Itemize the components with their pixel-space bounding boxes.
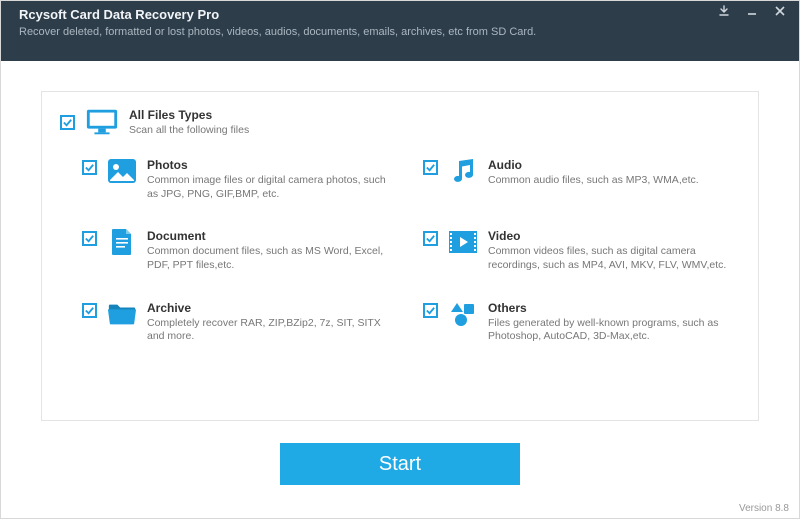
document-icon: [107, 229, 137, 255]
archive-desc: Completely recover RAR, ZIP,BZip2, 7z, S…: [147, 317, 399, 344]
monitor-icon: [85, 108, 119, 136]
checkbox-others[interactable]: [423, 303, 438, 318]
start-button[interactable]: Start: [280, 443, 520, 485]
others-desc: Files generated by well-known programs, …: [488, 317, 740, 344]
photo-icon: [107, 158, 137, 184]
checkbox-audio[interactable]: [423, 160, 438, 175]
folder-icon: [107, 301, 137, 327]
all-files-desc: Scan all the following files: [129, 124, 249, 136]
checkbox-archive[interactable]: [82, 303, 97, 318]
category-audio: Audio Common audio files, such as MP3, W…: [423, 158, 740, 201]
shapes-icon: [448, 301, 478, 327]
category-photos: Photos Common image files or digital cam…: [82, 158, 399, 201]
all-files-text: All Files Types Scan all the following f…: [129, 108, 249, 136]
archive-label: Archive: [147, 301, 399, 315]
checkbox-video[interactable]: [423, 231, 438, 246]
close-button[interactable]: [771, 4, 789, 18]
app-subtitle: Recover deleted, formatted or lost photo…: [19, 26, 781, 38]
all-files-row: All Files Types Scan all the following f…: [60, 108, 740, 136]
document-label: Document: [147, 229, 399, 243]
app-window: Rcysoft Card Data Recovery Pro Recover d…: [0, 0, 800, 519]
category-video: Video Common videos files, such as digit…: [423, 229, 740, 272]
download-icon[interactable]: [715, 4, 733, 18]
document-desc: Common document files, such as MS Word, …: [147, 245, 399, 272]
category-grid: Photos Common image files or digital cam…: [82, 158, 740, 344]
category-archive: Archive Completely recover RAR, ZIP,BZip…: [82, 301, 399, 344]
checkbox-document[interactable]: [82, 231, 97, 246]
app-title: Rcysoft Card Data Recovery Pro: [19, 7, 781, 22]
file-type-panel: All Files Types Scan all the following f…: [41, 91, 759, 421]
video-desc: Common videos files, such as digital cam…: [488, 245, 740, 272]
all-files-label: All Files Types: [129, 108, 249, 122]
photos-desc: Common image files or digital camera pho…: [147, 174, 399, 201]
checkbox-all-files[interactable]: [60, 115, 75, 130]
video-label: Video: [488, 229, 740, 243]
others-label: Others: [488, 301, 740, 315]
film-icon: [448, 229, 478, 255]
category-others: Others Files generated by well-known pro…: [423, 301, 740, 344]
photos-label: Photos: [147, 158, 399, 172]
audio-desc: Common audio files, such as MP3, WMA,etc…: [488, 174, 740, 188]
minimize-button[interactable]: [743, 4, 761, 18]
category-document: Document Common document files, such as …: [82, 229, 399, 272]
music-note-icon: [448, 158, 478, 184]
audio-label: Audio: [488, 158, 740, 172]
window-controls: [715, 4, 789, 18]
checkbox-photos[interactable]: [82, 160, 97, 175]
version-label: Version 8.8: [739, 503, 789, 514]
title-bar: Rcysoft Card Data Recovery Pro Recover d…: [1, 1, 799, 61]
